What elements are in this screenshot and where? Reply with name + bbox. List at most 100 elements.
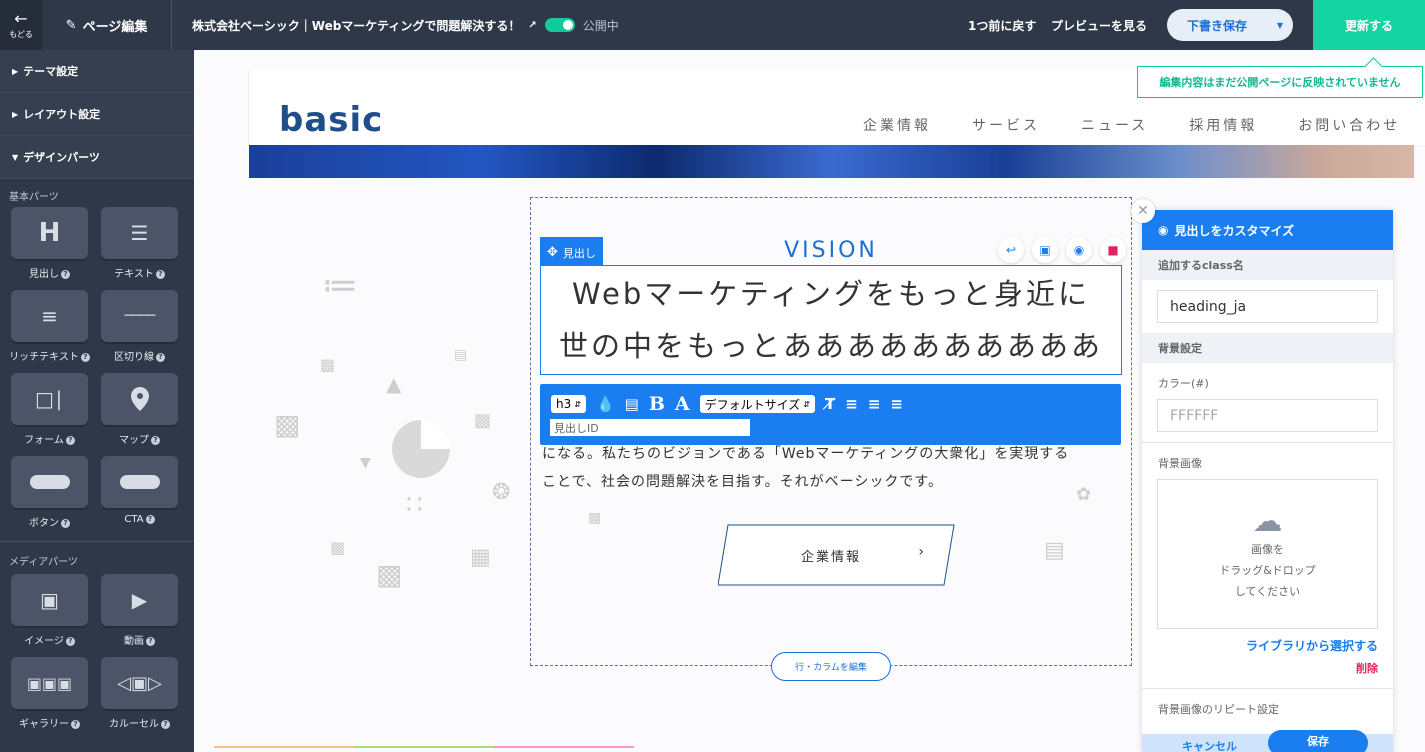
part-image[interactable]: ▣ イメージ? — [11, 574, 88, 657]
part-rich-text[interactable]: ≡ リッチテキスト? — [9, 290, 90, 373]
help-icon[interactable]: ? — [65, 436, 75, 445]
back-button[interactable]: ← もどる — [0, 0, 42, 50]
color-input[interactable]: FFFFFF — [1157, 399, 1378, 432]
part-video[interactable]: ▶ 動画? — [101, 574, 178, 657]
help-icon[interactable]: ? — [80, 353, 90, 362]
site-logo[interactable]: basic — [279, 100, 383, 140]
font-size-value: デフォルトサイズ — [704, 397, 801, 412]
chevron-right-icon: › — [918, 544, 924, 560]
external-link-icon[interactable]: ↗ — [528, 20, 536, 31]
part-gallery[interactable]: ▣▣▣ ギャラリー? — [11, 657, 88, 740]
body-text-line: になる。私たちのビジョンである「Webマーケティングの大衆化」を実現する — [542, 446, 1070, 462]
update-button[interactable]: 更新する — [1313, 0, 1425, 50]
updown-icon: ⇵ — [574, 399, 581, 409]
sidebar-section-layout[interactable]: ▶ レイアウト設定 — [0, 93, 194, 136]
help-icon[interactable]: ? — [161, 720, 170, 729]
publish-toggle[interactable] — [544, 18, 575, 32]
save-icon[interactable]: ▣ — [1032, 237, 1058, 263]
preview-link[interactable]: プレビューを見る — [1051, 0, 1147, 50]
bold-icon[interactable]: B — [649, 393, 665, 415]
nav-item-news[interactable]: ニュース — [1081, 115, 1148, 135]
cancel-button[interactable]: キャンセル — [1182, 738, 1237, 752]
help-icon[interactable]: ? — [146, 637, 155, 646]
image-dropzone[interactable]: ☁ 画像を ドラッグ&ドロップ してください — [1157, 479, 1378, 629]
funnel-icon: ▼ — [360, 455, 371, 471]
image-icon: ▣ — [40, 588, 59, 612]
align-center-icon[interactable]: ≡ — [868, 395, 881, 413]
panel-header: ◉ 見出しをカスタマイズ — [1142, 210, 1393, 250]
nav-item-service[interactable]: サービス — [972, 115, 1040, 135]
heading-id-input[interactable]: 見出しID — [550, 419, 750, 436]
panel-title: 見出しをカスタマイズ — [1174, 223, 1295, 238]
delete-image-link[interactable]: 削除 — [1142, 660, 1393, 676]
part-map[interactable]: マップ? — [101, 373, 178, 456]
close-icon[interactable]: ✕ — [1131, 199, 1155, 223]
font-color-icon[interactable]: A — [675, 393, 690, 415]
undo-link[interactable]: 1つ前に戻す — [968, 0, 1036, 50]
select-from-library-link[interactable]: ライブラリから選択する — [1142, 637, 1393, 654]
sidebar-section-theme[interactable]: ▶ テーマ設定 — [0, 50, 194, 93]
heading-block-tag[interactable]: ✥ 見出し — [540, 237, 603, 268]
section-label: テーマ設定 — [23, 65, 79, 78]
heading-line: 世の中をもっとああああああああああ — [558, 329, 1103, 363]
part-label: カルーセル — [109, 719, 159, 730]
class-name-input[interactable]: heading_ja — [1157, 290, 1378, 323]
help-icon[interactable]: ? — [155, 270, 165, 279]
background-pattern-icon[interactable]: ▤ — [625, 395, 639, 413]
page-edit-tab[interactable]: ✎ ページ編集 — [42, 0, 172, 50]
bar-chart-icon: ▩ — [330, 538, 346, 557]
nav-item-company[interactable]: 企業情報 — [863, 115, 931, 135]
edit-row-column-button[interactable]: 行・カラムを編集 — [771, 652, 891, 681]
rich-text-icon: ≡ — [41, 304, 58, 328]
help-icon[interactable]: ? — [65, 637, 75, 646]
updown-icon: ⇵ — [803, 399, 810, 409]
move-icon[interactable]: ✥ — [547, 245, 558, 260]
help-icon[interactable]: ? — [145, 515, 155, 524]
trash-icon[interactable]: ■ — [1100, 237, 1126, 263]
video-icon: ▶ — [131, 588, 148, 612]
nav-item-contact[interactable]: お問い合わせ — [1298, 115, 1400, 135]
part-button[interactable]: ボタン? — [11, 456, 88, 539]
class-name-label: 追加するclass名 — [1142, 250, 1393, 280]
help-icon[interactable]: ? — [71, 720, 80, 729]
nav-item-recruit[interactable]: 採用情報 — [1189, 115, 1257, 135]
company-info-button[interactable]: 企業情報 › — [718, 524, 955, 586]
save-draft-button[interactable]: 下書き保存 ▼ — [1167, 9, 1293, 41]
dropzone-text: 画像を — [1251, 542, 1284, 556]
background-image-label: 背景画像 — [1158, 457, 1202, 470]
clear-format-icon[interactable]: T̸ — [825, 395, 835, 413]
font-size-select[interactable]: デフォルトサイズ ⇵ — [699, 395, 815, 413]
unpublished-notice: 編集内容はまだ公開ページに反映されていません — [1137, 66, 1423, 98]
part-cta[interactable]: CTA? — [101, 456, 178, 539]
part-divider[interactable]: ──── 区切り線? — [101, 290, 178, 373]
bar-chart-icon: ▩ — [274, 408, 301, 441]
heading-editor[interactable]: Webマーケティングをもっと身近に 世の中をもっとああああああああああ — [540, 265, 1122, 375]
page-title: 株式会社ベーシック｜Webマーケティングで問題解決する！ — [192, 18, 521, 33]
help-icon[interactable]: ? — [61, 519, 70, 528]
line-chart-icon: ▩ — [474, 410, 492, 431]
undo-icon[interactable]: ↩ — [998, 237, 1024, 263]
part-text[interactable]: ☰ テキスト? — [101, 207, 178, 290]
align-left-icon[interactable]: ≡ — [845, 395, 858, 413]
text-icon: ☰ — [130, 221, 149, 245]
part-form[interactable]: □∣ フォーム? — [11, 373, 88, 456]
caret-down-icon: ▼ — [12, 152, 19, 162]
save-draft-label: 下書き保存 — [1186, 18, 1247, 33]
sidebar-section-design-parts[interactable]: ▼ デザインパーツ — [0, 136, 194, 179]
align-right-icon[interactable]: ≡ — [890, 395, 903, 413]
save-button[interactable]: 保存 — [1268, 730, 1368, 752]
part-carousel[interactable]: ◁▣▷ カルーセル? — [101, 657, 178, 740]
site-nav: 企業情報 サービス ニュース 採用情報 お問い合わせ — [863, 115, 1400, 135]
help-icon[interactable]: ? — [61, 270, 70, 279]
heading-level-select[interactable]: h3 ⇵ — [551, 395, 586, 413]
caret-down-icon[interactable]: ▼ — [1267, 21, 1293, 30]
help-icon[interactable]: ? — [151, 436, 160, 445]
color-drop-icon[interactable]: 💧 — [596, 395, 615, 413]
divider-icon: ──── — [124, 308, 156, 324]
palette-icon[interactable]: ◉ — [1066, 237, 1092, 263]
caret-right-icon: ▶ — [12, 109, 19, 119]
table-chart-icon: ▤ — [454, 347, 468, 363]
part-heading[interactable]: H 見出し? — [11, 207, 88, 290]
publish-status: 公開中 — [582, 18, 619, 33]
help-icon[interactable]: ? — [156, 353, 165, 362]
